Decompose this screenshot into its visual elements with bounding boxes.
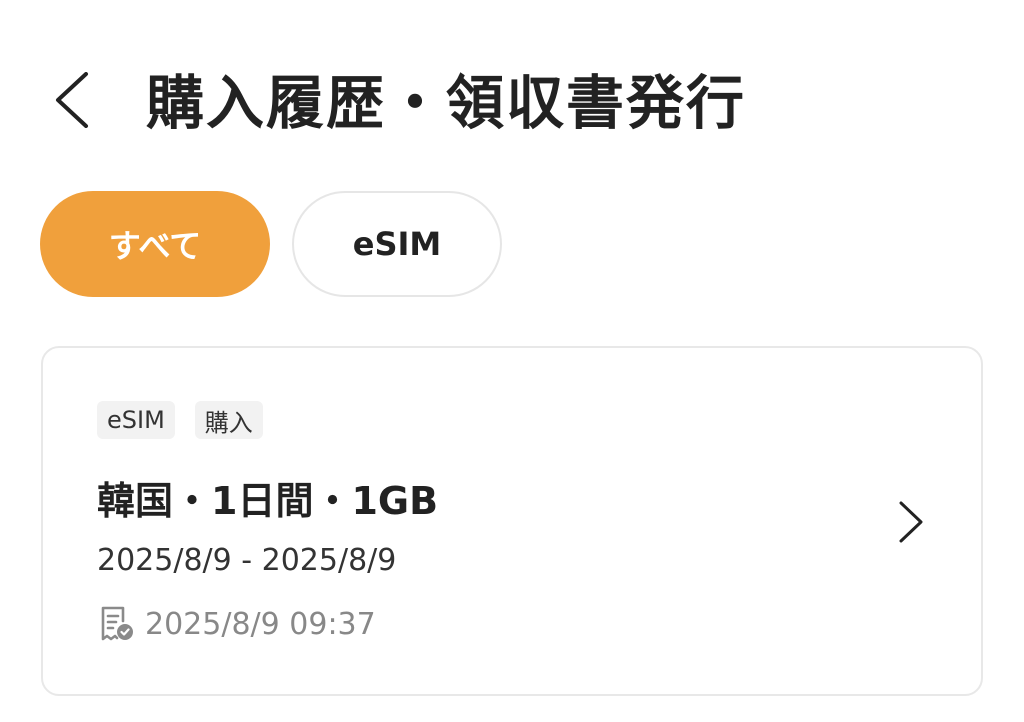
purchase-history-page: 購入履歴・領収書発行 すべて eSIM eSIM 購入 韓国・1日間・1GB 2… [0,0,1024,722]
purchase-date-row: 2025/8/9 09:37 [97,605,376,643]
receipt-check-icon [101,606,133,641]
chevron-left-icon [56,72,88,128]
order-title: 韓国・1日間・1GB [97,479,439,523]
filter-tabs: すべて eSIM [40,191,502,297]
tag-esim: eSIM [97,401,175,439]
page-title: 購入履歴・領収書発行 [146,69,747,137]
order-period: 2025/8/9 - 2025/8/9 [97,543,397,578]
filter-all-button[interactable]: すべて [40,191,270,297]
order-card[interactable]: eSIM 購入 韓国・1日間・1GB 2025/8/9 - 2025/8/9 2… [41,346,983,696]
purchase-datetime: 2025/8/9 09:37 [145,606,376,642]
order-tags: eSIM 購入 [97,401,263,439]
filter-esim-button[interactable]: eSIM [292,191,502,297]
back-button[interactable] [48,72,98,128]
header: 購入履歴・領収書発行 [0,50,1024,146]
tag-purchase: 購入 [194,401,263,439]
chevron-right-icon [899,501,923,543]
